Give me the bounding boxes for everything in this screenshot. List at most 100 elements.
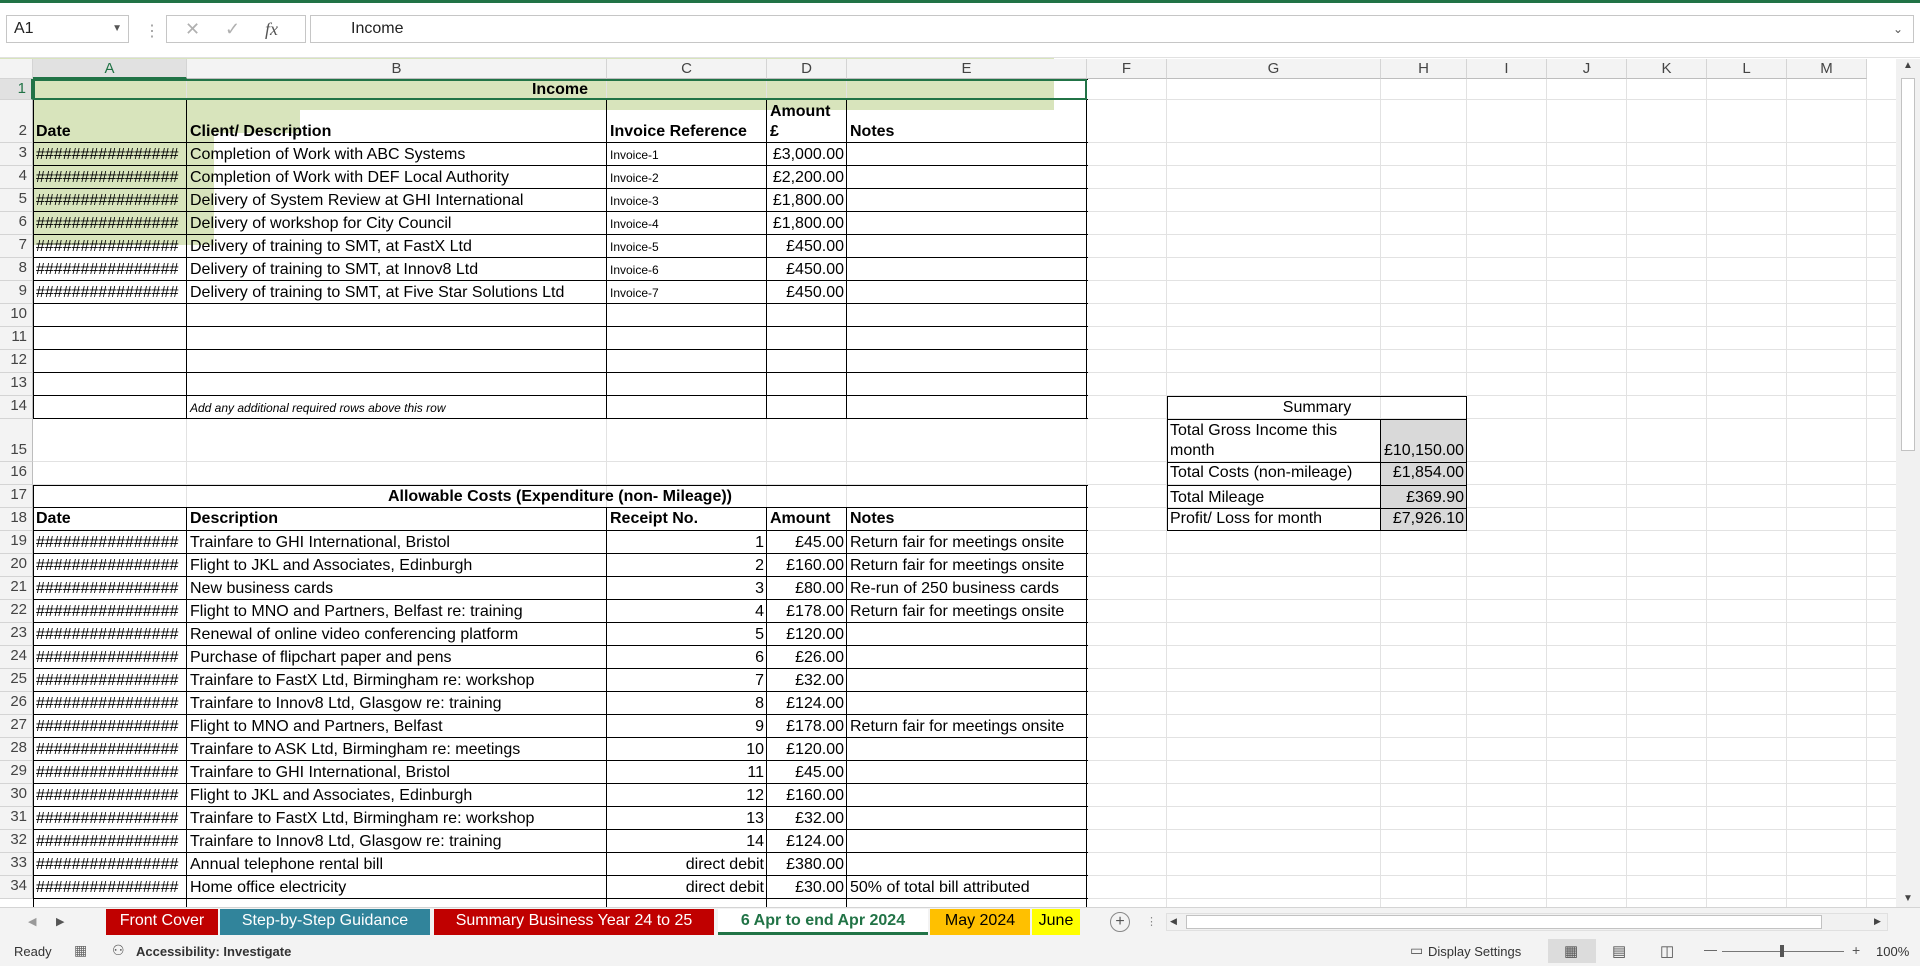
display-settings-icon[interactable]: ▭ <box>1410 942 1423 959</box>
column-header-i[interactable]: I <box>1467 59 1547 79</box>
page-layout-view-icon[interactable]: ▤ <box>1612 942 1626 960</box>
row-header-10[interactable]: 10 <box>0 304 33 327</box>
zoom-level[interactable]: 100% <box>1876 944 1909 959</box>
income-add-rows-note: Add any additional required rows above t… <box>190 401 446 415</box>
cost-notes: 50% of total bill attributed <box>850 879 1030 896</box>
enter-icon[interactable]: ✓ <box>225 19 240 40</box>
row-header-29[interactable]: 29 <box>0 761 33 784</box>
row-header-27[interactable]: 27 <box>0 715 33 738</box>
page-break-preview-icon[interactable]: ◫ <box>1660 942 1674 960</box>
name-box-dropdown-icon[interactable]: ▼ <box>112 16 122 42</box>
row-header-14[interactable]: 14 <box>0 396 33 419</box>
scroll-right-icon[interactable]: ▶ <box>1874 916 1881 927</box>
sheet-tab[interactable]: 6 Apr to end Apr 2024 <box>718 909 928 935</box>
expand-formula-bar-icon[interactable]: ⌄ <box>1893 16 1903 42</box>
row-header-30[interactable]: 30 <box>0 784 33 807</box>
row-header-20[interactable]: 20 <box>0 554 33 577</box>
select-all-corner[interactable] <box>0 59 33 79</box>
costs-header-date: Date <box>36 510 71 527</box>
row-header-5[interactable]: 5 <box>0 189 33 212</box>
costs-header-description: Description <box>190 510 279 527</box>
column-header-d[interactable]: D <box>767 59 847 79</box>
column-header-a[interactable]: A <box>33 59 187 79</box>
tab-next-icon[interactable]: ▶ <box>56 915 64 928</box>
sheet-tab[interactable]: June ... <box>1032 909 1080 953</box>
row-header-26[interactable]: 26 <box>0 692 33 715</box>
row-header-18[interactable]: 18 <box>0 508 33 531</box>
border <box>33 485 34 907</box>
display-settings-button[interactable]: Display Settings <box>1428 944 1521 959</box>
row-header-17[interactable]: 17 <box>0 485 33 508</box>
row-header-16[interactable]: 16 <box>0 462 33 485</box>
row-header-6[interactable]: 6 <box>0 212 33 235</box>
macro-recording-icon[interactable]: ▦ <box>74 942 87 959</box>
accessibility-status[interactable]: Accessibility: Investigate <box>136 944 291 959</box>
row-header-13[interactable]: 13 <box>0 373 33 396</box>
cost-amount: £124.00 <box>786 695 844 712</box>
accessibility-icon[interactable]: ⚇ <box>112 942 125 959</box>
row-header-22[interactable]: 22 <box>0 600 33 623</box>
horizontal-scroll-thumb[interactable] <box>1186 915 1822 929</box>
formula-input[interactable]: Income ⌄ <box>310 15 1914 43</box>
column-header-c[interactable]: C <box>607 59 767 79</box>
column-header-m[interactable]: M <box>1787 59 1867 79</box>
row-header-19[interactable]: 19 <box>0 531 33 554</box>
income-invoice-ref: Invoice-3 <box>610 194 659 208</box>
row-header-24[interactable]: 24 <box>0 646 33 669</box>
row-header-7[interactable]: 7 <box>0 235 33 258</box>
name-box[interactable]: A1 ▼ <box>6 15 129 43</box>
row-header-11[interactable]: 11 <box>0 327 33 350</box>
border <box>1380 419 1381 531</box>
cancel-icon[interactable]: ✕ <box>185 19 200 40</box>
income-date: ################ <box>36 169 179 186</box>
column-header-g[interactable]: G <box>1167 59 1381 79</box>
new-sheet-button[interactable]: + <box>1110 912 1130 932</box>
row-header-8[interactable]: 8 <box>0 258 33 281</box>
row-header-1[interactable]: 1 <box>0 79 33 100</box>
row-header-12[interactable]: 12 <box>0 350 33 373</box>
cost-receipt-no: 14 <box>746 833 764 850</box>
column-header-l[interactable]: L <box>1707 59 1787 79</box>
scroll-left-icon[interactable]: ◀ <box>1170 916 1177 927</box>
zoom-slider-thumb[interactable] <box>1780 945 1784 957</box>
column-header-b[interactable]: B <box>187 59 607 79</box>
row-header-34[interactable]: 34 <box>0 876 33 899</box>
row-header-2[interactable]: 2 <box>0 100 33 143</box>
cost-amount: £45.00 <box>795 534 844 551</box>
scroll-up-icon[interactable]: ▲ <box>1903 60 1913 71</box>
row-header-25[interactable]: 25 <box>0 669 33 692</box>
sheet-tab[interactable]: Summary Business Year 24 to 25 <box>434 909 714 935</box>
formula-bar-grip-icon[interactable]: ⋮ <box>144 21 160 41</box>
zoom-in-icon[interactable]: + <box>1852 942 1860 958</box>
border <box>33 211 1088 212</box>
sheet-tab[interactable]: Front Cover <box>106 909 218 935</box>
row-header-23[interactable]: 23 <box>0 623 33 646</box>
column-header-j[interactable]: J <box>1547 59 1627 79</box>
cost-description: Trainfare to GHI International, Bristol <box>190 764 450 781</box>
row-header-21[interactable]: 21 <box>0 577 33 600</box>
insert-function-icon[interactable]: fx <box>265 19 278 40</box>
column-header-e[interactable]: E <box>847 59 1087 79</box>
sheet-tab[interactable]: Step-by-Step Guidance <box>220 909 430 935</box>
row-header-15[interactable]: 15 <box>0 419 33 462</box>
column-header-k[interactable]: K <box>1627 59 1707 79</box>
vertical-scroll-thumb[interactable] <box>1901 78 1915 451</box>
row-header-31[interactable]: 31 <box>0 807 33 830</box>
formula-buttons: ✕ ✓ fx <box>166 15 306 43</box>
row-header-3[interactable]: 3 <box>0 143 33 166</box>
border <box>1167 396 1168 531</box>
zoom-out-icon[interactable]: — <box>1704 942 1717 957</box>
costs-header-notes: Notes <box>850 510 895 527</box>
column-header-h[interactable]: H <box>1381 59 1467 79</box>
tab-splitter-icon[interactable]: ⋮ <box>1146 915 1157 928</box>
costs-header-receipt-no: Receipt No. <box>610 510 699 527</box>
scroll-down-icon[interactable]: ▼ <box>1903 893 1913 904</box>
sheet-tab[interactable]: May 2024 <box>930 909 1030 935</box>
row-header-9[interactable]: 9 <box>0 281 33 304</box>
row-header-33[interactable]: 33 <box>0 853 33 876</box>
column-header-f[interactable]: F <box>1087 59 1167 79</box>
tab-prev-icon[interactable]: ◀ <box>28 915 36 928</box>
row-header-32[interactable]: 32 <box>0 830 33 853</box>
row-header-4[interactable]: 4 <box>0 166 33 189</box>
row-header-28[interactable]: 28 <box>0 738 33 761</box>
